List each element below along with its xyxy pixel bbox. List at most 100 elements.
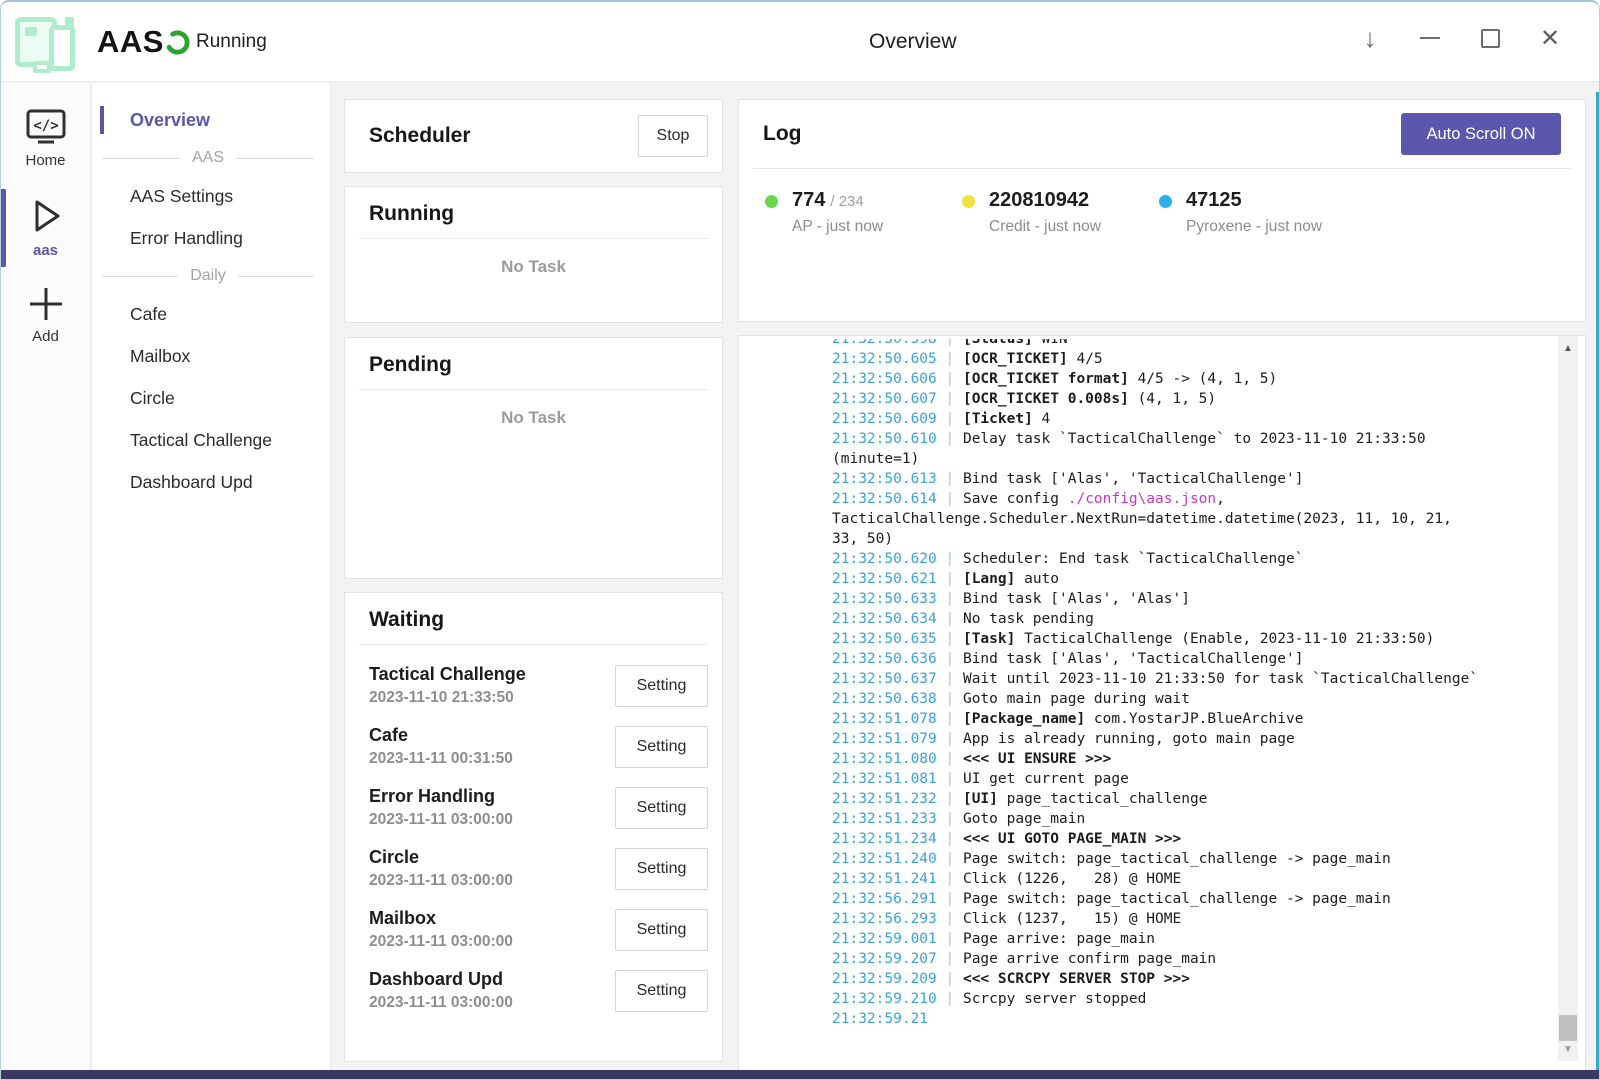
rail-item-label: aas: [33, 242, 58, 259]
nav-section-divider: Daily: [92, 259, 330, 293]
log-entry: INFO21:32:50.636 | Bind task ['Alas', 'T…: [750, 649, 1541, 669]
stat-dot-icon: [765, 195, 778, 208]
log-entry: INFO21:32:51.079 | App is already runnin…: [750, 729, 1541, 749]
waiting-task-row: Cafe 2023-11-11 00:31:50 Setting: [369, 716, 708, 777]
title-bar: AAS Running Overview ↓ ✕: [1, 2, 1599, 82]
waiting-task-row: Tactical Challenge 2023-11-10 21:33:50 S…: [369, 655, 708, 716]
scrollbar-thumb[interactable]: [1559, 1015, 1577, 1041]
log-entry: INFO21:32:59.207 | Page arrive confirm p…: [750, 949, 1541, 969]
task-setting-button[interactable]: Setting: [615, 665, 708, 707]
log-entry: INFO21:32:51.241 | Click (1226, 28) @ HO…: [750, 869, 1541, 889]
stat-dot-icon: [1159, 195, 1172, 208]
nav-item-error-handling[interactable]: Error Handling: [92, 217, 330, 259]
stat-extra: / 234: [830, 193, 863, 210]
nav-section-label: AAS: [192, 149, 224, 167]
task-setting-button[interactable]: Setting: [615, 787, 708, 829]
nav-item-cafe[interactable]: Cafe: [92, 293, 330, 335]
rail-item-add[interactable]: Add: [1, 277, 91, 355]
scheduler-title: Scheduler: [369, 124, 471, 148]
task-name: Cafe: [369, 723, 513, 748]
log-entry: INFO21:32:50.637 | Wait until 2023-11-10…: [750, 669, 1541, 689]
nav-item-tactical-challenge[interactable]: Tactical Challenge: [92, 419, 330, 461]
plus-icon: [26, 285, 66, 323]
task-name: Mailbox: [369, 906, 513, 931]
nav-item-circle[interactable]: Circle: [92, 377, 330, 419]
nav-item-label: Cafe: [130, 304, 167, 325]
log-output-card[interactable]: INFO21:32:50.598 | [Status] WININFO21:32…: [738, 335, 1586, 1074]
log-entry: INFO21:32:50.633 | Bind task ['Alas', 'A…: [750, 589, 1541, 609]
code-monitor-icon: </>: [23, 107, 69, 147]
log-entry: INFO21:32:51.240 | Page switch: page_tac…: [750, 849, 1541, 869]
window-controls: ↓ ✕: [1357, 16, 1563, 60]
task-next-run-time: 2023-11-10 21:33:50: [369, 687, 526, 709]
task-next-run-time: 2023-11-11 03:00:00: [369, 931, 513, 953]
nav-item-mailbox[interactable]: Mailbox: [92, 335, 330, 377]
play-icon: [25, 195, 67, 237]
maximize-icon[interactable]: [1477, 25, 1503, 51]
running-card: Running No Task: [344, 186, 723, 323]
pending-title: Pending: [369, 353, 698, 377]
auto-scroll-toggle-button[interactable]: Auto Scroll ON: [1401, 113, 1561, 155]
log-entry: INFO21:32:59.209 | <<< SCRCPY SERVER STO…: [750, 969, 1541, 989]
stat-value: 220810942: [989, 189, 1089, 211]
stop-button[interactable]: Stop: [638, 115, 708, 157]
nav-sidebar: Overview AAS AAS Settings Error Handling…: [92, 83, 331, 1074]
waiting-card: Waiting Tactical Challenge 2023-11-10 21…: [344, 592, 723, 1062]
scroll-up-icon[interactable]: ▲: [1558, 338, 1578, 358]
log-entry: INFO21:32:50.635 | [Task] TacticalChalle…: [750, 629, 1541, 649]
running-spinner-icon: [164, 29, 191, 56]
log-entry: INFO21:32:59.21: [750, 1009, 1541, 1025]
log-entry: INFO21:32:51.080 | <<< UI ENSURE >>>: [750, 749, 1541, 769]
hide-to-tray-icon[interactable]: ↓: [1357, 25, 1383, 51]
page-title: Overview: [869, 30, 957, 54]
task-name: Error Handling: [369, 784, 513, 809]
task-next-run-time: 2023-11-11 03:00:00: [369, 809, 513, 831]
log-entry: INFO21:32:51.233 | Goto page_main: [750, 809, 1541, 829]
log-entry: INFO21:32:59.001 | Page arrive: page_mai…: [750, 929, 1541, 949]
log-entry: INFO21:32:51.234 | <<< UI GOTO PAGE_MAIN…: [750, 829, 1541, 849]
waiting-task-row: Mailbox 2023-11-11 03:00:00 Setting: [369, 899, 708, 960]
scroll-down-icon[interactable]: ▼: [1558, 1039, 1578, 1059]
log-entry: INFO21:32:50.610 | Delay task `TacticalC…: [750, 429, 1541, 469]
task-next-run-time: 2023-11-11 00:31:50: [369, 748, 513, 770]
waiting-title: Waiting: [369, 608, 698, 632]
task-setting-button[interactable]: Setting: [615, 848, 708, 890]
log-entry: INFO21:32:50.605 | [OCR_TICKET] 4/5: [750, 349, 1541, 369]
task-name: Tactical Challenge: [369, 662, 526, 687]
nav-item-label: Overview: [130, 110, 210, 131]
nav-item-aas-settings[interactable]: AAS Settings: [92, 175, 330, 217]
log-entry: INFO21:32:50.620 | Scheduler: End task `…: [750, 549, 1541, 569]
rail-item-aas[interactable]: aas: [1, 187, 91, 269]
nav-item-overview[interactable]: Overview: [92, 99, 330, 141]
log-entry: INFO21:32:50.638 | Goto main page during…: [750, 689, 1541, 709]
log-scrollbar[interactable]: ▲ ▼: [1558, 336, 1578, 1061]
stat-label: Pyroxene - just now: [1186, 218, 1322, 236]
log-entry: INFO21:32:50.606 | [OCR_TICKET format] 4…: [750, 369, 1541, 389]
task-setting-button[interactable]: Setting: [615, 726, 708, 768]
waiting-task-row: Circle 2023-11-11 03:00:00 Setting: [369, 838, 708, 899]
nav-item-label: Tactical Challenge: [130, 430, 272, 451]
stat-value: 774: [792, 189, 825, 211]
log-entry: INFO21:32:51.078 | [Package_name] com.Yo…: [750, 709, 1541, 729]
stat-item: 47125 Pyroxene - just now: [1159, 189, 1356, 236]
app-logo-icon: [11, 9, 77, 75]
log-entry: INFO21:32:50.598 | [Status] WIN: [750, 339, 1541, 349]
nav-item-label: Error Handling: [130, 228, 243, 249]
app-name: AAS: [97, 24, 164, 60]
log-output: INFO21:32:50.598 | [Status] WININFO21:32…: [750, 339, 1541, 1025]
pending-empty-text: No Task: [345, 390, 722, 428]
task-next-run-time: 2023-11-11 03:00:00: [369, 992, 513, 1014]
rail-item-home[interactable]: </> Home: [1, 99, 91, 179]
log-title: Log: [763, 122, 801, 146]
window-bottom-bar: [1, 1070, 1599, 1079]
close-icon[interactable]: ✕: [1537, 25, 1563, 51]
waiting-task-row: Error Handling 2023-11-11 03:00:00 Setti…: [369, 777, 708, 838]
waiting-task-row: Dashboard Upd 2023-11-11 03:00:00 Settin…: [369, 960, 708, 1021]
nav-item-label: Circle: [130, 388, 175, 409]
task-setting-button[interactable]: Setting: [615, 970, 708, 1012]
running-title: Running: [369, 202, 698, 226]
task-setting-button[interactable]: Setting: [615, 909, 708, 951]
stat-label: AP - just now: [792, 218, 883, 236]
nav-item-dashboard-upd[interactable]: Dashboard Upd: [92, 461, 330, 503]
minimize-icon[interactable]: [1417, 25, 1443, 51]
